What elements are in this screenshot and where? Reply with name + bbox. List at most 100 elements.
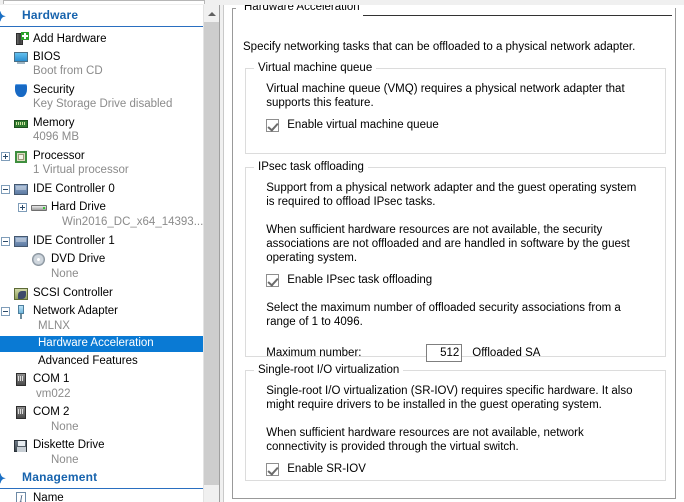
scrollbar-thumb[interactable] [204, 22, 219, 485]
enable-virtual-machine-queue-checkbox[interactable] [266, 119, 279, 132]
tree-panel-top-edge [3, 0, 205, 4]
sidebar-item-diskette-drive-sub: None [0, 454, 203, 469]
offloaded-sa-unit-label: Offloaded SA [472, 347, 540, 359]
sidebar-item-network-adapter-sub: MLNX [0, 320, 203, 335]
sidebar-item-label: COM 1 [33, 373, 69, 385]
hardware-acceleration-groupbox: Hardware Acceleration Specify networking… [232, 8, 676, 499]
sidebar-item-com-2-sub: None [0, 421, 203, 436]
sidebar-item-label: IDE Controller 1 [33, 235, 115, 247]
sidebar-item-hard-drive[interactable]: Hard Drive [0, 200, 203, 216]
sidebar-item-name[interactable]: Name [0, 491, 203, 502]
sidebar-item-security-sub: Key Storage Drive disabled [0, 98, 203, 113]
section-paragraph: Support from a physical network adapter … [266, 181, 645, 209]
settings-tree[interactable]: ✦ Hardware Add Hardware BIOS Boot from C… [0, 5, 203, 502]
asterisk-icon: ✦ [0, 10, 8, 23]
section-paragraph: When sufficient hardware resources are n… [266, 426, 645, 454]
bios-icon [13, 50, 29, 66]
enable-ipsec-task-offloading-row[interactable]: Enable IPsec task offloading [266, 274, 645, 287]
tree-group-hardware: ✦ Hardware [0, 7, 203, 27]
expander-minus-icon[interactable] [1, 237, 10, 246]
expander-plus-icon[interactable] [1, 152, 10, 161]
processor-icon [13, 149, 29, 165]
memory-icon [13, 116, 29, 132]
expander-minus-icon[interactable] [1, 307, 10, 316]
section-single-root-io-virtualization: Single-root I/O virtualization Single-ro… [245, 370, 666, 481]
sidebar-item-hardware-acceleration[interactable]: Hardware Acceleration [0, 336, 203, 352]
section-paragraph: Single-root I/O virtualization (SR-IOV) … [266, 384, 645, 412]
network-adapter-icon [13, 304, 29, 320]
tree-group-management-label: Management [22, 470, 97, 484]
sidebar-item-hard-drive-sub: Win2016_DC_x64_14393.... [0, 216, 203, 231]
page-title: Hardware Acceleration [241, 5, 365, 13]
sidebar-item-label: Hard Drive [51, 201, 106, 213]
section-ipsec-task-offloading: IPsec task offloading Support from a phy… [245, 167, 666, 357]
maximum-number-label: Maximum number: [266, 347, 361, 359]
hardware-tree-panel: ✦ Hardware Add Hardware BIOS Boot from C… [0, 5, 220, 502]
sidebar-item-ide-controller-0[interactable]: IDE Controller 0 [0, 182, 203, 198]
sidebar-item-advanced-features[interactable]: Advanced Features [0, 354, 203, 370]
sidebar-item-bios-sub: Boot from CD [0, 65, 203, 80]
enable-sr-iov-checkbox[interactable] [266, 463, 279, 476]
sidebar-item-label: Name [33, 492, 64, 502]
sidebar-item-label: Network Adapter [33, 305, 118, 317]
sidebar-item-processor-sub: 1 Virtual processor [0, 164, 203, 179]
scsi-controller-icon [13, 286, 29, 302]
sidebar-item-com-1[interactable]: COM 1 [0, 372, 203, 388]
section-paragraph: When sufficient hardware resources are n… [266, 223, 645, 265]
sidebar-item-processor[interactable]: Processor [0, 149, 203, 165]
ide-controller-icon [13, 182, 29, 198]
groupbox-corner [232, 8, 236, 9]
chevron-up-icon[interactable] [204, 5, 219, 22]
maximum-number-input[interactable] [426, 344, 462, 362]
expander-minus-icon[interactable] [1, 185, 10, 194]
sidebar-item-label: Memory [33, 117, 75, 129]
enable-virtual-machine-queue-row[interactable]: Enable virtual machine queue [266, 119, 645, 132]
ide-controller-icon [13, 234, 29, 250]
sidebar-item-label: Add Hardware [33, 33, 107, 45]
sidebar-item-bios[interactable]: BIOS [0, 50, 203, 66]
sidebar-item-label: IDE Controller 0 [33, 183, 115, 195]
sidebar-item-ide-controller-1[interactable]: IDE Controller 1 [0, 234, 203, 250]
sidebar-item-dvd-drive[interactable]: DVD Drive [0, 252, 203, 268]
security-shield-icon [13, 83, 29, 99]
sidebar-item-label: Security [33, 84, 75, 96]
sidebar-item-label: Hardware Acceleration [38, 337, 154, 349]
sidebar-item-label: COM 2 [33, 406, 69, 418]
com-port-icon [13, 372, 29, 388]
com-port-icon [13, 405, 29, 421]
title-rule [363, 15, 672, 16]
sidebar-item-com-2[interactable]: COM 2 [0, 405, 203, 421]
enable-ipsec-task-offloading-checkbox[interactable] [266, 274, 279, 287]
sidebar-item-diskette-drive[interactable]: Diskette Drive [0, 438, 203, 454]
sidebar-item-label: SCSI Controller [33, 287, 113, 299]
sidebar-item-com-1-sub: vm022 [0, 388, 203, 403]
sidebar-item-security[interactable]: Security [0, 83, 203, 99]
enable-virtual-machine-queue-label: Enable virtual machine queue [287, 119, 439, 131]
enable-sr-iov-label: Enable SR-IOV [287, 463, 366, 475]
sidebar-item-add-hardware[interactable]: Add Hardware [0, 32, 203, 48]
sidebar-item-label: Diskette Drive [33, 439, 105, 451]
enable-sr-iov-row[interactable]: Enable SR-IOV [266, 463, 645, 476]
tree-group-management: ✦ Management [0, 469, 203, 489]
sidebar-item-label: Processor [33, 150, 85, 162]
name-document-icon [13, 491, 29, 502]
tree-group-hardware-label: Hardware [22, 8, 78, 22]
section-paragraph: Virtual machine queue (VMQ) requires a p… [266, 82, 645, 110]
sidebar-item-dvd-drive-sub: None [0, 268, 203, 283]
floppy-icon [13, 438, 29, 454]
section-virtual-machine-queue: Virtual machine queue Virtual machine qu… [245, 68, 666, 154]
sidebar-item-network-adapter[interactable]: Network Adapter [0, 304, 203, 320]
section-post-paragraph: Select the maximum number of offloaded s… [266, 301, 645, 329]
sidebar-item-memory[interactable]: Memory [0, 116, 203, 132]
panel-divider [220, 5, 224, 502]
intro-description: Specify networking tasks that can be off… [243, 41, 663, 53]
sidebar-item-scsi-controller[interactable]: SCSI Controller [0, 286, 203, 302]
sidebar-item-label: DVD Drive [51, 253, 105, 265]
tree-scrollbar[interactable] [203, 5, 219, 502]
sidebar-item-memory-sub: 4096 MB [0, 131, 203, 146]
expander-plus-icon[interactable] [18, 203, 27, 212]
hard-drive-icon [31, 200, 47, 216]
add-hardware-icon [13, 32, 29, 48]
dvd-drive-icon [31, 252, 47, 268]
asterisk-icon: ✦ [0, 472, 8, 485]
